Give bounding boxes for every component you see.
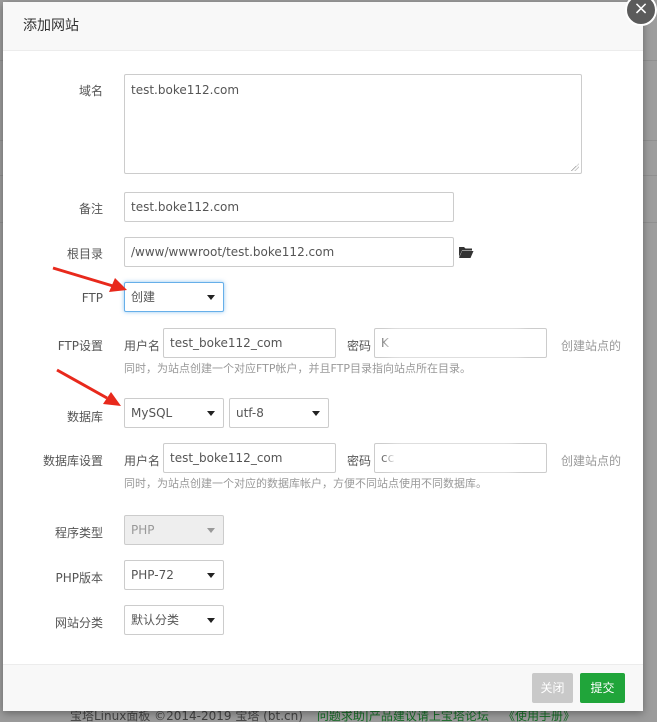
db-username-label: 用户名	[124, 454, 161, 468]
root-dir-input[interactable]: /www/wwwroot/test.boke112.com	[124, 237, 454, 267]
database-charset-value: utf-8	[236, 406, 264, 420]
ftp-password-label: 密码	[347, 339, 372, 353]
caret-down-icon	[207, 618, 215, 623]
caret-down-icon	[207, 528, 215, 533]
caret-down-icon	[207, 411, 215, 416]
domain-textarea[interactable]: test.boke112.com	[124, 74, 582, 174]
folder-open-icon[interactable]	[458, 245, 474, 259]
ftp-username-value: test_boke112_com	[170, 336, 283, 350]
ftp-username-input[interactable]: test_boke112_com	[163, 328, 336, 358]
database-type-select[interactable]: MySQL	[124, 398, 224, 428]
caret-down-icon	[312, 411, 320, 416]
submit-button[interactable]: 提交	[580, 673, 625, 703]
site-category-value: 默认分类	[131, 613, 180, 627]
domain-value: test.boke112.com	[131, 83, 240, 97]
caret-down-icon	[207, 573, 215, 578]
remark-label: 备注	[78, 202, 103, 216]
dialog-footer: 关闭 提交	[3, 664, 643, 711]
add-site-dialog: 添加网站 × 域名 test.boke112.com 备注 test.boke1…	[3, 0, 657, 711]
close-button[interactable]: 关闭	[532, 673, 573, 703]
ftp-selected-value: 创建	[131, 290, 156, 304]
ftp-select[interactable]: 创建	[124, 282, 224, 312]
database-charset-select[interactable]: utf-8	[229, 398, 329, 428]
domain-label: 域名	[78, 84, 103, 98]
root-dir-value: /www/wwwroot/test.boke112.com	[131, 245, 335, 259]
database-label: 数据库	[66, 410, 103, 424]
site-category-label: 网站分类	[54, 616, 103, 630]
db-username-input[interactable]: test_boke112_com	[163, 443, 336, 473]
site-category-select[interactable]: 默认分类	[124, 605, 224, 635]
ftp-username-label: 用户名	[124, 339, 161, 353]
php-version-select[interactable]: PHP-72	[124, 560, 224, 590]
ftp-settings-label: FTP设置	[57, 339, 103, 353]
annotation-arrow-icon	[56, 368, 121, 406]
database-type-value: MySQL	[131, 406, 173, 420]
php-version-label: PHP版本	[55, 571, 104, 585]
remark-value: test.boke112.com	[131, 200, 240, 214]
remark-input[interactable]: test.boke112.com	[124, 192, 454, 222]
caret-down-icon	[207, 295, 215, 300]
redaction-blur	[391, 336, 521, 350]
db-password-label: 密码	[347, 454, 372, 468]
ftp-hint-text: 同时，为站点创建一个对应FTP帐户，并且FTP目录指向站点所在目录。	[124, 362, 471, 375]
program-type-select: PHP	[124, 515, 224, 545]
redaction-blur	[393, 451, 513, 465]
root-dir-label: 根目录	[66, 247, 103, 261]
ftp-password-value: K	[381, 336, 389, 350]
program-type-value: PHP	[131, 523, 155, 537]
db-username-value: test_boke112_com	[170, 451, 283, 465]
dialog-title: 添加网站	[3, 2, 643, 51]
ftp-side-note: 创建站点的	[561, 339, 622, 353]
db-hint-text: 同时，为站点创建一个对应的数据库帐户，方便不同站点使用不同数据库。	[124, 477, 487, 490]
program-type-label: 程序类型	[54, 526, 103, 540]
php-version-value: PHP-72	[131, 568, 174, 582]
db-side-note: 创建站点的	[561, 454, 622, 468]
annotation-arrow-icon	[52, 266, 127, 292]
db-settings-label: 数据库设置	[42, 454, 103, 468]
resize-grip-icon[interactable]	[571, 163, 579, 171]
